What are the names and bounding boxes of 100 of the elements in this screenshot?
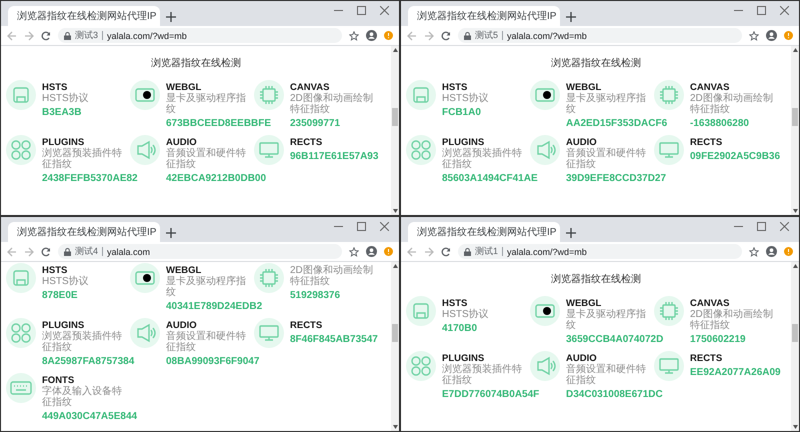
page-heading: 浏览器指纹在线检测	[550, 272, 642, 287]
feature-title: AUDIO	[166, 320, 197, 331]
graphics-card-icon	[530, 80, 560, 110]
feature-description: 显卡及驱动程序指纹	[566, 93, 647, 115]
keyboard-icon	[6, 373, 36, 403]
fingerprint-value: 8F46F845AB73547	[290, 334, 378, 346]
feature-title: RECTS	[290, 137, 322, 148]
scroll-down-icon[interactable]	[392, 425, 398, 429]
star-icon[interactable]	[749, 246, 759, 256]
scroll-up-icon[interactable]	[792, 264, 798, 268]
scroll-down-icon[interactable]	[392, 209, 398, 213]
scroll-down-icon[interactable]	[792, 209, 798, 213]
fingerprint-value: 519298376	[290, 290, 340, 302]
browser-tab[interactable]: 浏览器指纹在线检测网站代理IP	[8, 6, 160, 26]
feature-title: AUDIO	[566, 353, 597, 364]
scrollbar-thumb[interactable]	[392, 108, 398, 126]
feature-title: PLUGINS	[42, 320, 84, 331]
chip-icon	[654, 296, 684, 326]
lock-icon	[64, 248, 71, 256]
close-icon[interactable]	[780, 6, 789, 15]
four-leaf-icon	[6, 135, 36, 165]
address-bar[interactable]: 测试3 yalala.com/?wd=mb	[58, 28, 342, 43]
port-icon	[406, 296, 436, 326]
new-tab-icon[interactable]	[566, 228, 576, 238]
monitor-icon	[654, 351, 684, 381]
reload-icon[interactable]	[441, 246, 451, 256]
maximize-icon[interactable]	[357, 222, 366, 231]
feature-description: 音频设置和硬件特征指纹	[166, 331, 247, 353]
fingerprint-value: 08BA99093F6F9047	[166, 356, 260, 368]
graphics-card-icon	[530, 296, 560, 326]
browser-tab[interactable]: 浏览器指纹在线检测网站代理IP	[408, 6, 560, 26]
feature-title: WEBGL	[566, 82, 602, 93]
fingerprint-value: 85603A1494CF41AE	[442, 173, 538, 185]
maximize-icon[interactable]	[757, 6, 766, 15]
fingerprint-value: 39D9EFE8CCD37D27	[566, 173, 666, 185]
fingerprint-value: E7DD776074B0A54F	[442, 389, 540, 401]
scrollbar-thumb[interactable]	[792, 108, 798, 126]
monitor-icon	[654, 135, 684, 165]
fingerprint-value: 09FE2902A5C9B36	[690, 151, 780, 163]
feature-title: WEBGL	[166, 82, 202, 93]
address-bar[interactable]: 测试4 yalala.com	[58, 244, 342, 259]
speaker-icon	[130, 318, 160, 348]
browser-tab[interactable]: 浏览器指纹在线检测网站代理IP	[8, 222, 160, 242]
fingerprint-value: B3EA3B	[42, 107, 82, 119]
close-icon[interactable]	[780, 222, 789, 231]
browser-tab[interactable]: 浏览器指纹在线检测网站代理IP	[408, 222, 560, 242]
new-tab-icon[interactable]	[166, 12, 176, 22]
star-icon[interactable]	[349, 246, 359, 256]
lock-icon	[464, 248, 471, 256]
address-bar[interactable]: 测试5 yalala.com/?wd=mb	[458, 28, 742, 43]
new-tab-icon[interactable]	[166, 228, 176, 238]
profile-icon[interactable]	[766, 246, 777, 257]
maximize-icon[interactable]	[757, 222, 766, 231]
port-icon	[406, 80, 436, 110]
feature-title: HSTS	[442, 298, 468, 309]
fingerprint-value: 4170B0	[442, 323, 478, 335]
update-icon[interactable]	[784, 31, 793, 40]
close-icon[interactable]	[380, 6, 389, 15]
fingerprint-value: 40341E789D24EDB2	[166, 301, 262, 313]
scroll-up-icon[interactable]	[392, 48, 398, 52]
scroll-down-icon[interactable]	[792, 425, 798, 429]
maximize-icon[interactable]	[357, 6, 366, 15]
scrollbar[interactable]	[791, 262, 799, 431]
url-text: yalala.com/?wd=mb	[107, 30, 187, 40]
star-icon[interactable]	[349, 30, 359, 40]
reload-icon[interactable]	[441, 30, 451, 40]
feature-description: 显卡及驱动程序指纹	[566, 309, 647, 331]
update-icon[interactable]	[384, 247, 393, 256]
feature-title: AUDIO	[566, 137, 597, 148]
reload-icon[interactable]	[41, 246, 51, 256]
fingerprint-value: 1750602219	[690, 334, 746, 346]
update-icon[interactable]	[384, 31, 393, 40]
fingerprint-value: 96B117E61E57A93	[290, 151, 378, 163]
update-icon[interactable]	[784, 247, 793, 256]
profile-icon[interactable]	[366, 30, 377, 41]
four-leaf-icon	[406, 135, 436, 165]
chip-icon	[254, 80, 284, 110]
scrollbar-thumb[interactable]	[792, 324, 798, 342]
fingerprint-value: AA2ED15F353DACF6	[566, 118, 668, 130]
profile-icon[interactable]	[766, 30, 777, 41]
scroll-up-icon[interactable]	[792, 48, 798, 52]
scrollbar[interactable]	[391, 46, 399, 215]
scrollbar[interactable]	[391, 262, 399, 431]
feature-description: 字体及输入设备特征指纹	[42, 386, 123, 408]
feature-title: FONTS	[42, 375, 74, 386]
fingerprint-value: D34C031008E671DC	[566, 389, 663, 401]
scrollbar[interactable]	[791, 46, 799, 215]
profile-icon[interactable]	[366, 246, 377, 257]
close-icon[interactable]	[380, 222, 389, 231]
feature-description: 显卡及驱动程序指纹	[166, 93, 247, 115]
address-bar[interactable]: 测试1 yalala.com/?wd=mb	[458, 244, 742, 259]
feature-title: CANVAS	[690, 298, 730, 309]
feature-title: HSTS	[42, 265, 68, 276]
lock-icon	[64, 32, 71, 40]
star-icon[interactable]	[749, 30, 759, 40]
feature-description: 音频设置和硬件特征指纹	[166, 148, 247, 170]
reload-icon[interactable]	[41, 30, 51, 40]
scrollbar-thumb[interactable]	[392, 324, 398, 342]
scroll-up-icon[interactable]	[392, 264, 398, 268]
new-tab-icon[interactable]	[566, 12, 576, 22]
